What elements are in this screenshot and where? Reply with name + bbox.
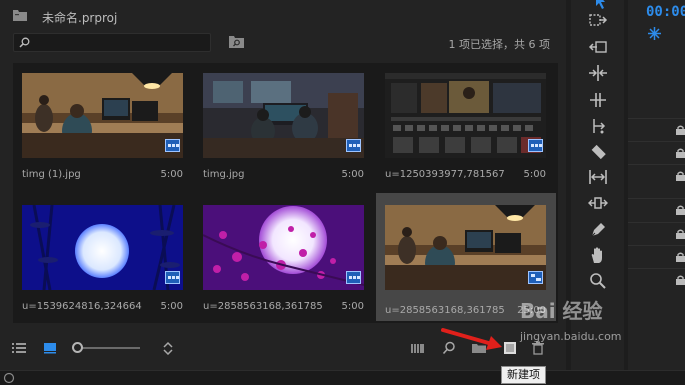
- pen-tool-icon[interactable]: [588, 220, 608, 238]
- search-input[interactable]: [34, 35, 204, 50]
- project-title: 未命名.prproj: [42, 11, 118, 25]
- icon-view-icon[interactable]: [43, 341, 57, 355]
- clip-thumbnail: [22, 205, 183, 290]
- search-icon: [19, 37, 30, 48]
- image-badge-icon: [346, 271, 361, 284]
- track-select-forward-icon[interactable]: [588, 11, 608, 29]
- clip-duration: 5:00: [523, 169, 546, 180]
- status-strip: [0, 370, 685, 385]
- clip-item[interactable]: u=1539624816,3246640... 5:00: [13, 196, 193, 318]
- clip-duration: 5:00: [341, 301, 364, 312]
- lock-icon[interactable]: [676, 229, 685, 239]
- list-view-icon[interactable]: [12, 341, 26, 355]
- slip-tool-icon[interactable]: [588, 168, 608, 186]
- clip-name: u=1250393977,7815679...: [385, 169, 505, 180]
- bin-folder-icon[interactable]: [13, 9, 27, 21]
- clip-name: u=2858563168,3617853...: [203, 301, 323, 312]
- clip-duration: 5:00: [341, 169, 364, 180]
- ripple-edit-tool-icon[interactable]: [588, 64, 608, 82]
- selection-status: 1 项已选择，共 6 项: [448, 38, 551, 51]
- clip-item[interactable]: u=1250393977,7815679... 5:00: [376, 64, 556, 186]
- zoom-slider-track[interactable]: [82, 347, 140, 349]
- selection-tool-icon[interactable]: [588, 0, 608, 10]
- baidu-watermark: Bai 经验 jingyan.baidu.com: [520, 295, 685, 361]
- watermark-url: jingyan.baidu.com: [520, 330, 622, 343]
- clip-grid: timg (1).jpg 5:00 timg.jpg 5:00 u=125039…: [13, 63, 558, 323]
- razor-tool-icon[interactable]: [588, 143, 608, 161]
- clip-item[interactable]: u=2858563168,3617853... 5:00: [194, 196, 374, 318]
- clip-thumbnail: [203, 73, 364, 158]
- slide-tool-icon[interactable]: [588, 194, 608, 212]
- clip-item[interactable]: timg (1).jpg 5:00: [13, 64, 193, 186]
- clip-thumbnail: [385, 205, 546, 290]
- zoom-slider-thumb[interactable]: [72, 342, 83, 353]
- clip-duration: 5:00: [160, 169, 183, 180]
- clip-name: u=1539624816,3246640...: [22, 301, 142, 312]
- sort-icon[interactable]: [161, 341, 175, 355]
- image-badge-icon: [528, 139, 543, 152]
- project-header: 未命名.prproj: [0, 0, 566, 32]
- status-info-icon[interactable]: [3, 372, 15, 384]
- snap-icon[interactable]: [648, 27, 661, 40]
- track-header[interactable]: [628, 198, 685, 220]
- track-header[interactable]: [628, 141, 685, 163]
- clip-name: timg.jpg: [203, 169, 245, 180]
- lock-icon[interactable]: [676, 148, 685, 158]
- find-icon[interactable]: [229, 35, 244, 48]
- playhead-timecode[interactable]: 00:00: [646, 4, 685, 20]
- lock-icon[interactable]: [676, 205, 685, 215]
- project-panel: 未命名.prproj 1 项已选择，共 6 项 timg (1).jpg 5:0…: [0, 0, 566, 370]
- clip-thumbnail: [203, 205, 364, 290]
- clip-name: u=2858563168,361785...: [385, 305, 505, 316]
- zoom-tool-icon[interactable]: [588, 272, 608, 290]
- lock-icon[interactable]: [676, 252, 685, 262]
- watermark-logo: Bai 经验: [520, 299, 603, 323]
- lock-icon[interactable]: [676, 275, 685, 285]
- clip-item[interactable]: timg.jpg 5:00: [194, 64, 374, 186]
- track-header[interactable]: [628, 118, 685, 140]
- sequence-badge-icon: [528, 271, 543, 284]
- track-header[interactable]: [628, 222, 685, 244]
- search-field[interactable]: [13, 33, 211, 52]
- track-header[interactable]: [628, 268, 685, 290]
- new-item-icon[interactable]: [503, 341, 517, 355]
- image-badge-icon: [165, 139, 180, 152]
- clip-thumbnail: [22, 73, 183, 158]
- automate-to-sequence-icon[interactable]: [411, 341, 425, 355]
- lock-icon[interactable]: [676, 171, 685, 181]
- track-select-backward-icon[interactable]: [588, 38, 608, 56]
- image-badge-icon: [346, 139, 361, 152]
- lock-icon[interactable]: [676, 125, 685, 135]
- rate-stretch-tool-icon[interactable]: [588, 117, 608, 135]
- track-header[interactable]: [628, 245, 685, 267]
- rolling-edit-tool-icon[interactable]: [588, 91, 608, 109]
- clip-duration: 5:00: [160, 301, 183, 312]
- clip-thumbnail: [385, 73, 546, 158]
- hand-tool-icon[interactable]: [588, 246, 608, 264]
- image-badge-icon: [165, 271, 180, 284]
- clip-name: timg (1).jpg: [22, 169, 81, 180]
- new-item-tooltip: 新建项: [501, 366, 546, 384]
- red-arrow-annotation: [441, 328, 502, 350]
- track-header[interactable]: [628, 164, 685, 186]
